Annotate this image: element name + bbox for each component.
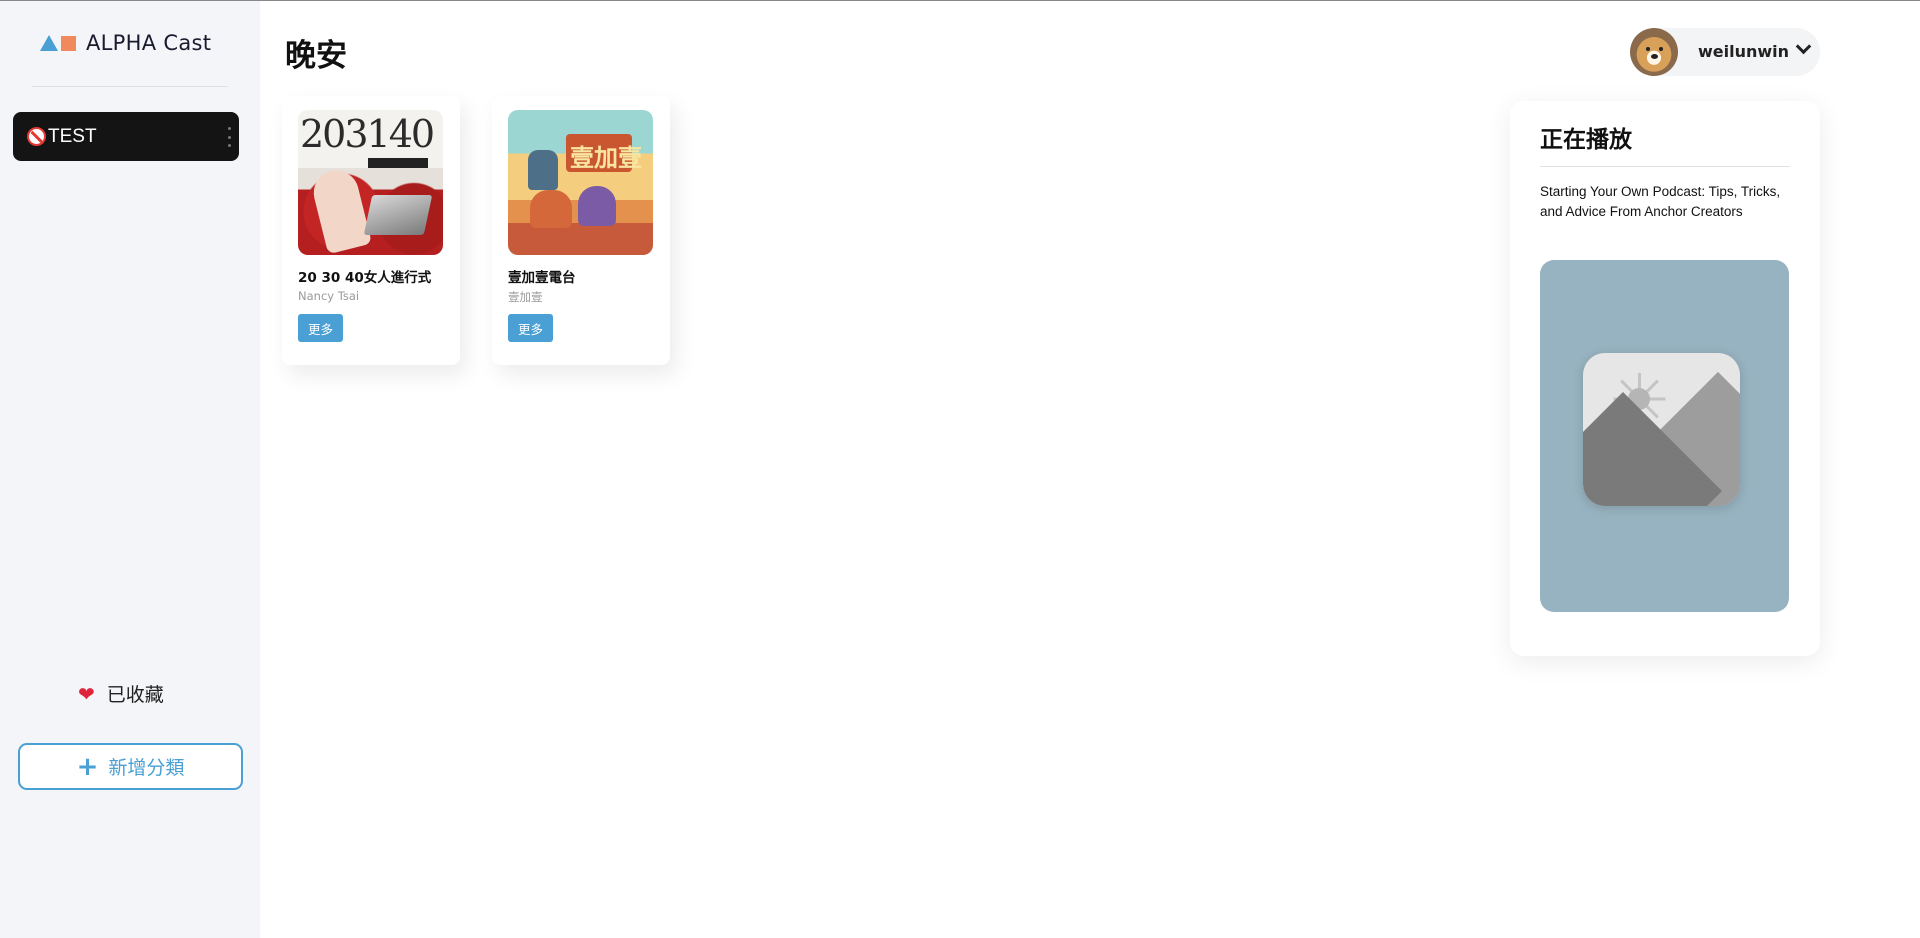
sidebar-category-test[interactable]: TEST [13, 112, 239, 161]
now-playing-panel: 正在播放 Starting Your Own Podcast: Tips, Tr… [1510, 101, 1820, 656]
more-button[interactable]: 更多 [298, 314, 343, 342]
podcast-title: 20 30 40女人進行式 [298, 270, 432, 286]
brand-logo[interactable]: ALPHA Cast [40, 31, 211, 55]
avatar[interactable] [1630, 28, 1678, 76]
window-top-border [0, 0, 1920, 1]
podcast-card[interactable]: 壹加壹 壹加壹電台 壹加壹 更多 [492, 96, 670, 365]
sidebar-divider [32, 86, 228, 87]
episode-artwork [1540, 260, 1789, 612]
add-category-button[interactable]: + 新增分類 [18, 743, 243, 790]
cover-text: 203140 [300, 112, 435, 156]
image-placeholder-icon [1583, 353, 1740, 506]
podcast-card[interactable]: 203140 20 30 40女人進行式 Nancy Tsai 更多 [282, 96, 460, 365]
add-category-label: 新增分類 [108, 757, 185, 779]
brand-name: ALPHA Cast [86, 31, 212, 55]
plus-icon: + [76, 751, 99, 782]
sidebar: ALPHA Cast TEST ❤ 已收藏 + 新增分類 [0, 1, 260, 938]
page-title: 晚安 [285, 38, 347, 74]
episode-title: Starting Your Own Podcast: Tips, Tricks,… [1540, 184, 1781, 219]
heart-icon: ❤ [78, 681, 95, 706]
podcast-author: 壹加壹 [508, 290, 543, 304]
username: weilunwin [1698, 42, 1790, 61]
more-options-icon[interactable] [227, 127, 231, 147]
podcast-cover-image[interactable]: 203140 [298, 110, 443, 255]
no-entry-icon [27, 127, 46, 146]
user-menu[interactable]: weilunwin [1630, 28, 1820, 76]
favorites-label: 已收藏 [106, 684, 164, 706]
podcast-title: 壹加壹電台 [508, 270, 576, 286]
podcast-cover-image[interactable]: 壹加壹 [508, 110, 653, 255]
cover-text: 壹加壹 [570, 144, 642, 172]
chevron-down-icon[interactable] [1795, 38, 1812, 55]
more-button[interactable]: 更多 [508, 314, 553, 342]
category-label: TEST [48, 125, 97, 147]
logo-triangle-icon [40, 35, 58, 51]
now-playing-heading: 正在播放 [1540, 127, 1632, 153]
logo-square-icon [61, 35, 76, 51]
favorites-link[interactable]: ❤ 已收藏 [78, 680, 164, 707]
now-playing-divider [1540, 166, 1790, 167]
podcast-author: Nancy Tsai [298, 289, 360, 303]
